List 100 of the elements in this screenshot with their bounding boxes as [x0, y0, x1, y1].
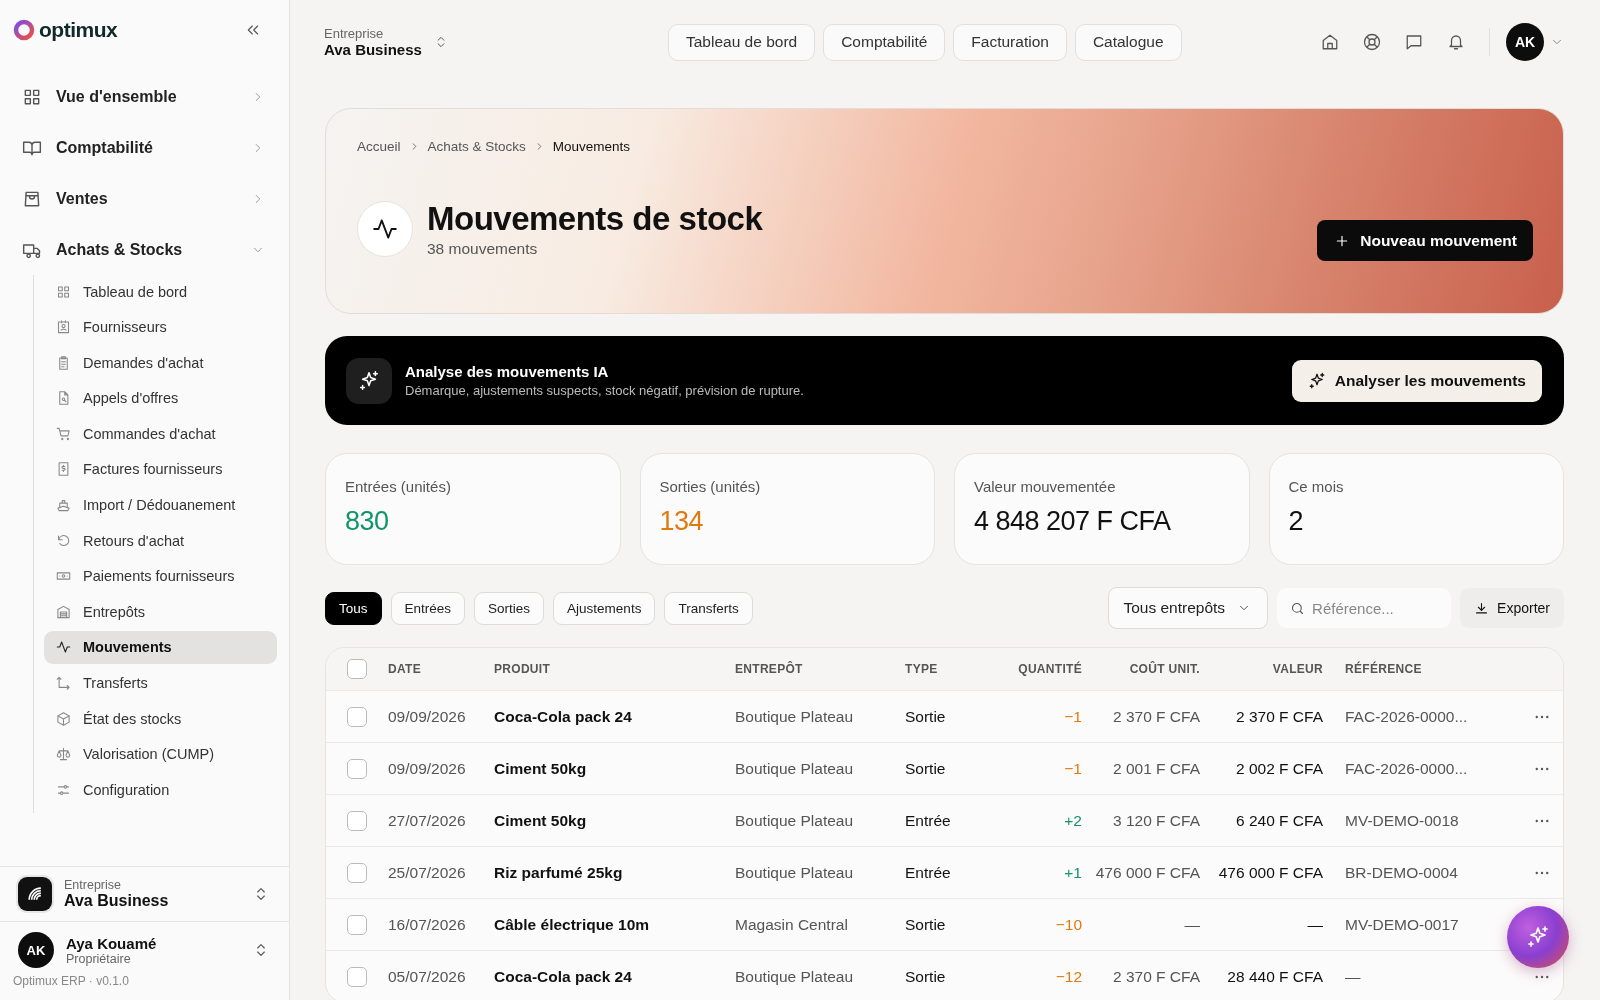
nav-subitem[interactable]: État des stocks: [44, 702, 277, 736]
stat-value: 830: [345, 506, 390, 537]
column-header: ENTREPÔT: [735, 662, 804, 676]
table-cell-text: 27/07/2026: [388, 811, 467, 830]
search-field[interactable]: Référence...: [1277, 588, 1452, 628]
table-cell-text: Ciment 50kg: [494, 759, 588, 778]
new-movement-button[interactable]: Nouveau mouvement: [1317, 220, 1533, 261]
row-checkbox[interactable]: [347, 758, 367, 779]
nav-subitem[interactable]: Valorisation (CUMP): [44, 737, 277, 771]
row-checkbox[interactable]: [347, 966, 367, 987]
row-checkbox[interactable]: [347, 914, 367, 935]
select-all-checkbox[interactable]: [347, 659, 367, 679]
stat-value: 2: [1288, 506, 1305, 537]
table-cell-text: 2 370 F CFA: [1112, 967, 1200, 986]
table-cell-text: 476 000 F CFA: [1217, 863, 1323, 882]
export-button[interactable]: Exporter: [1460, 588, 1564, 628]
breadcrumb-link[interactable]: Achats & Stocks: [427, 139, 526, 154]
nav-subitem[interactable]: Import / Dédouanement: [44, 488, 277, 522]
table-cell-text: 28 440 F CFA: [1226, 967, 1323, 986]
nav-subitem[interactable]: Fournisseurs: [44, 310, 277, 344]
home-icon[interactable]: [1321, 33, 1339, 51]
table-cell-text: −12: [1054, 967, 1082, 986]
warehouse-icon: [56, 603, 71, 620]
page-title: Mouvements de stock: [427, 199, 764, 238]
table-cell-text: Entrée: [905, 863, 952, 882]
module-tab[interactable]: Catalogue: [1074, 23, 1182, 61]
analyze-button[interactable]: Analyser les mouvements: [1291, 359, 1542, 402]
sparkle-icon: [1526, 925, 1550, 949]
lifebuoy-icon[interactable]: [1363, 33, 1381, 51]
module-tab[interactable]: Comptabilité: [823, 23, 946, 61]
breadcrumb-link[interactable]: Mouvements: [552, 139, 631, 154]
nav-subitem[interactable]: Commandes d'achat: [44, 417, 277, 451]
user-avatar[interactable]: AK: [1506, 23, 1544, 61]
bell-icon[interactable]: [1447, 33, 1465, 51]
grid-icon: [56, 283, 71, 300]
corner-arrows-icon: [56, 675, 71, 692]
module-tab[interactable]: Facturation: [953, 23, 1067, 61]
nav-subitem[interactable]: Mouvements: [44, 630, 277, 664]
table-cell-text: Boutique Plateau: [735, 967, 855, 986]
ai-description: Démarque, ajustements suspects, stock négatif, prévision de rupture.: [405, 383, 805, 398]
table-cell-text: 2 370 F CFA: [1112, 707, 1200, 726]
module-tab[interactable]: Tableau de bord: [668, 23, 816, 61]
table-cell-text: Boutique Plateau: [735, 811, 855, 830]
box-icon: [56, 710, 71, 727]
nav-item[interactable]: Comptabilité: [12, 122, 277, 173]
nav-subitem[interactable]: Factures fournisseurs: [44, 452, 277, 486]
nav-subitem[interactable]: Demandes d'achat: [44, 346, 277, 380]
stat-label: Sorties (unités): [659, 478, 762, 495]
nav-subitem[interactable]: Entrepôts: [44, 595, 277, 629]
nav-subitem[interactable]: Tableau de bord: [44, 275, 277, 308]
filter-tab[interactable]: Sorties: [474, 591, 545, 625]
table-cell-text: −1: [1063, 759, 1082, 778]
table-cell-text: Boutique Plateau: [735, 759, 855, 778]
undo-icon: [56, 532, 71, 549]
clipboard-icon: [56, 354, 71, 371]
filter-tab[interactable]: Tous: [325, 591, 382, 625]
nav-subitem[interactable]: Appels d'offres: [44, 381, 277, 415]
table-cell-text: 05/07/2026: [388, 967, 467, 986]
table-cell-text: MV-DEMO-0017: [1344, 915, 1460, 934]
company-selector[interactable]: Entreprise Ava Business: [324, 26, 668, 58]
column-header: TYPE: [905, 662, 939, 676]
nav-item[interactable]: Ventes: [12, 173, 277, 224]
company-switcher[interactable]: Entreprise Ava Business: [0, 867, 289, 922]
nav-subitem[interactable]: Transferts: [44, 666, 277, 700]
ai-title: Analyse des mouvements IA: [405, 363, 610, 380]
table-cell-text: 16/07/2026: [388, 915, 467, 934]
user-switcher[interactable]: AK Aya Kouamé Propriétaire: [0, 922, 289, 974]
column-header: DATE: [388, 662, 422, 676]
table-cell-text: +1: [1063, 863, 1082, 882]
table-cell-text: BR-DEMO-0004: [1344, 863, 1459, 882]
filter-tab[interactable]: Transferts: [664, 591, 753, 625]
filter-tab[interactable]: Ajustements: [553, 591, 656, 625]
table-cell-text: −1: [1063, 707, 1082, 726]
stat-value: 134: [659, 506, 705, 537]
row-checkbox[interactable]: [347, 862, 367, 883]
file-search-icon: [56, 390, 71, 407]
nav-subitem[interactable]: Retours d'achat: [44, 524, 277, 558]
table-cell-text: Entrée: [905, 811, 952, 830]
column-header: PRODUIT: [494, 662, 552, 676]
nav-subitem[interactable]: Paiements fournisseurs: [44, 559, 277, 593]
column-header: QUANTITÉ: [1017, 662, 1082, 676]
nav-item[interactable]: Achats & Stocks: [12, 224, 277, 275]
nav-subitem[interactable]: Configuration: [44, 773, 277, 807]
warehouse-dropdown[interactable]: Tous entrepôts: [1108, 587, 1269, 629]
row-checkbox[interactable]: [347, 706, 367, 727]
table-cell-text: Sortie: [905, 707, 947, 726]
table-cell-text: 09/09/2026: [388, 759, 467, 778]
table-cell-text: —: [1306, 915, 1323, 934]
nav-item[interactable]: Vue d'ensemble: [12, 71, 277, 122]
collapse-icon[interactable]: [245, 22, 261, 38]
filter-tab[interactable]: Entrées: [390, 591, 466, 625]
chat-icon[interactable]: [1405, 33, 1423, 51]
receipt-icon: [56, 461, 71, 478]
table-cell-text: 2 001 F CFA: [1112, 759, 1200, 778]
logo-text: optimux: [39, 18, 118, 42]
table-cell-text: 476 000 F CFA: [1094, 863, 1200, 882]
row-checkbox[interactable]: [347, 810, 367, 831]
stat-label: Entrées (unités): [345, 478, 452, 495]
breadcrumb-link[interactable]: Accueil: [357, 139, 401, 154]
stat-label: Ce mois: [1288, 478, 1345, 495]
